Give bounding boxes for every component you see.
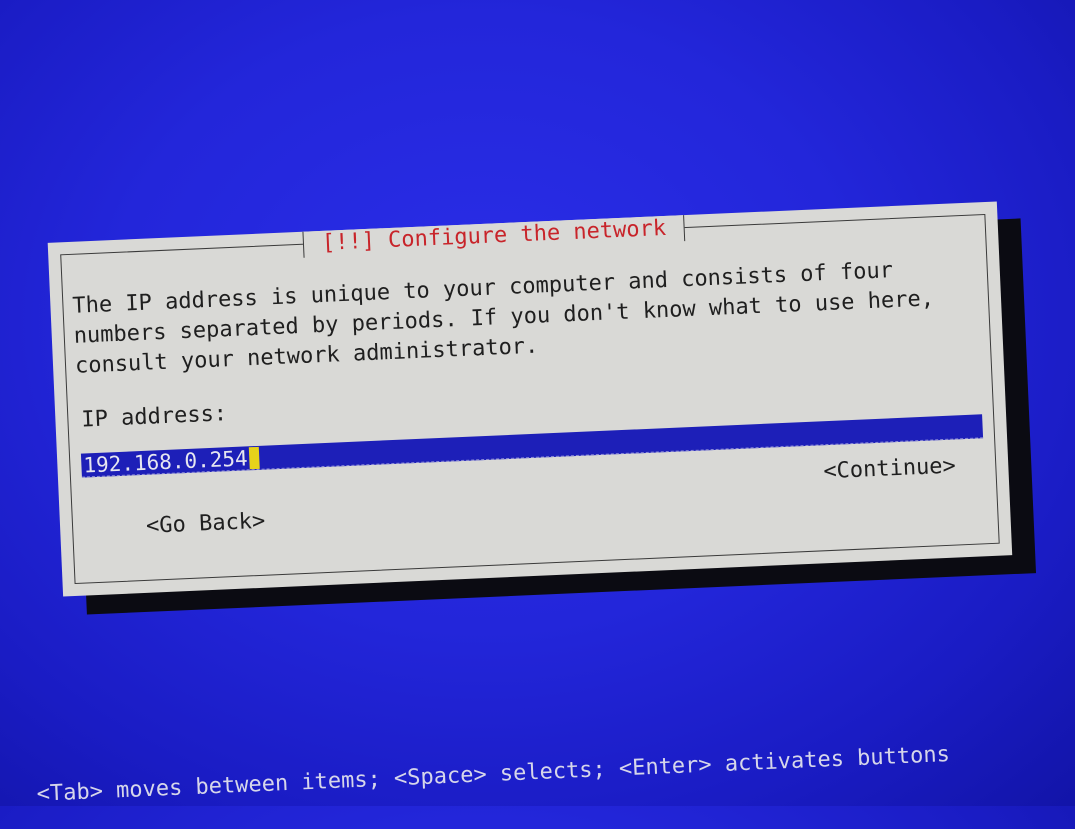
configure-network-dialog: [!!] Configure the network The IP addres… xyxy=(47,201,1013,597)
installer-stage: [!!] Configure the network The IP addres… xyxy=(0,0,1075,829)
keyboard-help-bar: <Tab> moves between items; <Space> selec… xyxy=(36,742,951,807)
text-cursor xyxy=(249,446,261,470)
go-back-button[interactable]: <Go Back> xyxy=(146,509,266,540)
installer-screen: [!!] Configure the network The IP addres… xyxy=(0,0,1075,807)
